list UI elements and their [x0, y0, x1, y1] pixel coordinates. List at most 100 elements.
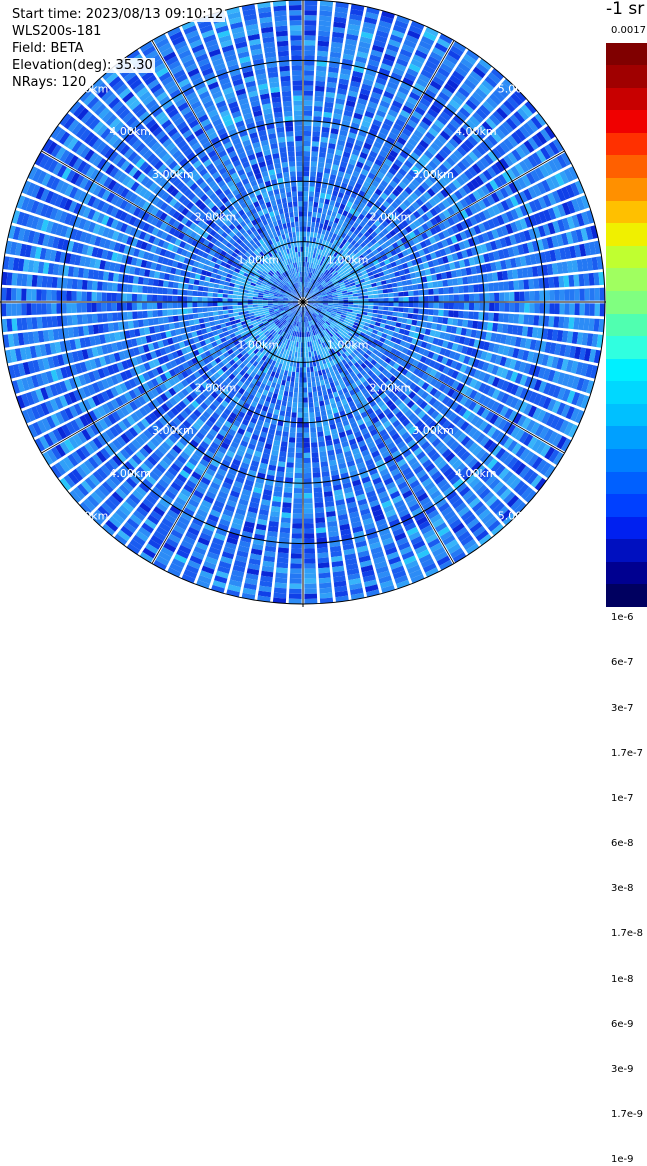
ppi-cell: [368, 305, 374, 309]
ppi-cell: [321, 229, 326, 235]
ppi-cell: [304, 15, 317, 21]
ppi-cell: [544, 290, 550, 301]
ppi-cell: [291, 543, 302, 549]
ppi-cell: [588, 318, 595, 332]
ppi-cell: [319, 592, 333, 599]
ppi-cell: [293, 356, 297, 362]
ppi-cell: [468, 284, 474, 293]
ppi-cell: [372, 313, 378, 318]
ppi-cell: [274, 582, 287, 589]
ppi-cell: [304, 10, 317, 16]
ppi-cell: [312, 386, 317, 393]
ppi-cell: [427, 315, 434, 322]
ppi-cell: [324, 399, 330, 406]
ppi-cell: [318, 25, 331, 32]
ppi-cell: [311, 442, 318, 448]
ppi-cell: [282, 502, 292, 508]
ppi-cell: [313, 201, 319, 208]
ppi-cell: [283, 426, 290, 433]
ppi-cell: [291, 548, 302, 554]
ppi-cell: [433, 288, 439, 295]
ppi-cell: [407, 285, 414, 291]
ppi-cell: [292, 518, 302, 524]
ppi-cell: [324, 162, 332, 169]
ppi-cell: [275, 383, 281, 390]
ppi-cell: [304, 523, 314, 529]
ppi-cell: [292, 523, 302, 529]
ppi-cell: [303, 498, 313, 504]
ppi-cell: [296, 432, 303, 438]
ppi-cell: [363, 302, 369, 306]
ppi-cell: [463, 294, 470, 302]
ppi-cell: [303, 191, 309, 197]
ppi-cell: [574, 303, 580, 316]
ppi-cell: [548, 316, 555, 328]
ppi-cell: [289, 427, 296, 433]
ppi-cell: [291, 533, 302, 539]
ppi-cell: [304, 518, 314, 524]
ppi-cell: [317, 45, 329, 52]
ppi-cell: [289, 573, 302, 579]
ppi-cell: [372, 286, 378, 291]
ppi-cell: [313, 366, 318, 372]
ppi-cell: [286, 462, 294, 468]
ppi-cell: [288, 391, 294, 398]
ppi-cell: [299, 377, 303, 383]
ppi-cell: [291, 351, 295, 357]
ppi-cell: [307, 221, 311, 227]
ppi-cell: [286, 457, 295, 463]
ppi-cell: [583, 273, 590, 286]
ppi-cell: [362, 292, 368, 296]
ppi-cell: [304, 568, 316, 574]
ppi-cell: [300, 352, 303, 358]
ppi-cell: [514, 291, 520, 301]
ppi-cell: [285, 380, 290, 387]
ppi-cell: [463, 311, 469, 319]
ppi-cell: [539, 303, 545, 314]
ppi-cell: [319, 582, 332, 589]
ppi-cell: [310, 371, 315, 377]
ppi-cell: [432, 281, 439, 288]
ppi-cell: [318, 395, 324, 402]
ppi-cell: [315, 522, 326, 529]
ppi-cell: [297, 417, 303, 423]
ppi-cell: [322, 373, 328, 380]
ppi-cell: [479, 293, 485, 302]
ppi-cell: [397, 286, 404, 292]
ppi-cell: [318, 441, 326, 448]
ppi-cell: [303, 432, 310, 438]
ppi-cell: [303, 241, 306, 247]
ppi-cell: [503, 313, 509, 323]
ppi-cell: [306, 262, 310, 268]
ppi-cell: [280, 446, 288, 453]
ppi-cell: [347, 291, 353, 295]
ppi-cell: [406, 319, 413, 325]
ppi-cell: [398, 307, 404, 313]
ppi-cell: [290, 558, 302, 564]
ppi-cell: [370, 320, 376, 325]
ppi-cell: [313, 396, 319, 403]
ppi-cell: [317, 390, 323, 397]
ppi-cell: [342, 306, 348, 309]
ppi-cell: [316, 385, 322, 392]
ppi-cell: [316, 380, 321, 387]
ppi-cell: [316, 426, 323, 433]
ppi-cell: [366, 284, 372, 289]
ppi-cell: [307, 211, 312, 217]
ppi-cell: [384, 324, 391, 330]
ppi-cell: [306, 331, 309, 337]
ppi-cell: [303, 115, 312, 121]
ppi-cell: [388, 306, 394, 311]
ppi-cell: [276, 471, 285, 478]
ppi-cell: [297, 407, 303, 413]
ppi-cell: [518, 279, 525, 290]
ppi-cell: [314, 507, 325, 514]
ppi-cell: [408, 308, 414, 314]
ppi-cell: [303, 135, 311, 142]
ppi-cell: [290, 568, 302, 574]
ppi-cell: [292, 397, 298, 403]
ppi-cell: [353, 299, 359, 302]
ppi-cell: [508, 313, 515, 324]
ppi-cell: [276, 399, 282, 406]
ppi-cell: [318, 151, 326, 158]
